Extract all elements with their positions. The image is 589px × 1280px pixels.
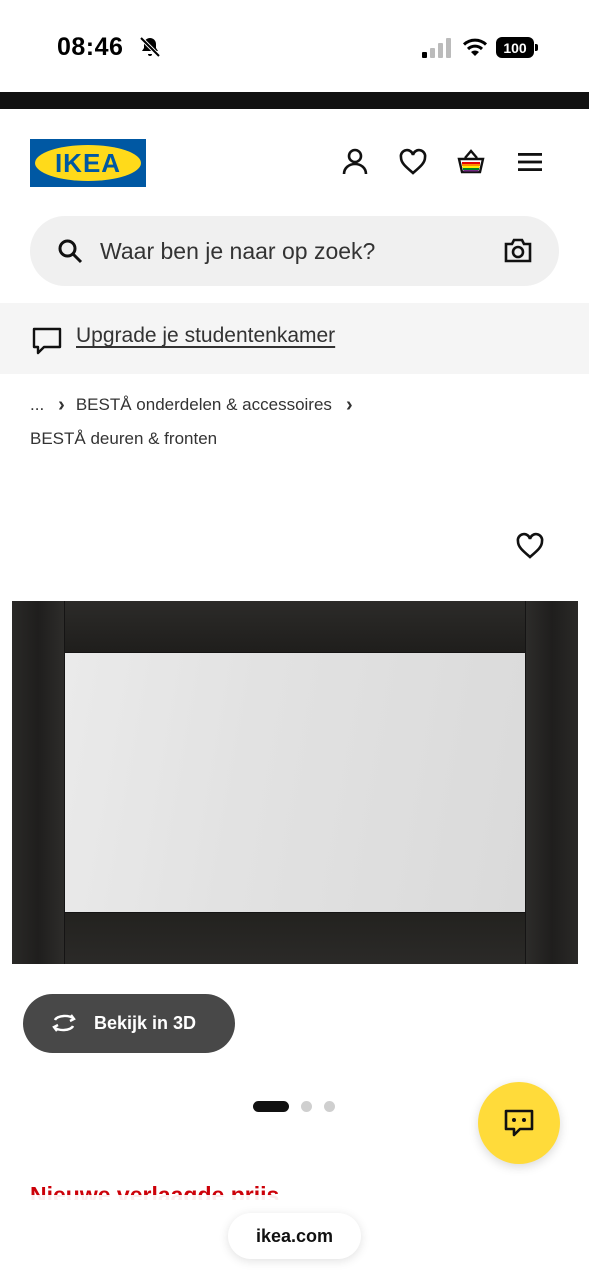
cart-icon[interactable]: [456, 147, 486, 177]
ikea-logo[interactable]: IKEA: [30, 139, 146, 187]
top-banner-strip: [0, 92, 589, 109]
view-in-3d-button[interactable]: Bekijk in 3D: [23, 994, 235, 1053]
heart-icon[interactable]: [398, 147, 428, 177]
wifi-icon: [462, 38, 488, 56]
status-time: 08:46: [57, 33, 124, 61]
promo-link[interactable]: Upgrade je studentenkamer: [76, 324, 335, 348]
status-bar: 08:46 100: [0, 0, 589, 92]
view-in-3d-label: Bekijk in 3D: [94, 1013, 197, 1033]
search-icon: [58, 239, 83, 264]
rotate-3d-icon: [52, 1014, 76, 1032]
breadcrumb: ... › BESTÅ onderdelen & accessoires › B…: [30, 393, 364, 451]
account-icon[interactable]: [340, 147, 370, 177]
chat-button[interactable]: [478, 1082, 560, 1164]
bell-slash-icon: [139, 36, 161, 58]
carousel-dot-active[interactable]: [253, 1100, 289, 1112]
speech-bubble-icon: [32, 327, 62, 355]
address-bar[interactable]: ikea.com: [228, 1213, 361, 1259]
add-to-favorites-icon[interactable]: [515, 531, 545, 561]
carousel-dot[interactable]: [301, 1100, 312, 1112]
chat-icon: [504, 1109, 534, 1137]
product-image[interactable]: [12, 601, 578, 964]
logo-text: IKEA: [54, 147, 122, 178]
carousel-indicator: [253, 1100, 335, 1112]
battery-level: 100: [496, 37, 534, 58]
search-input[interactable]: [100, 216, 490, 286]
breadcrumb-item-besta-parts[interactable]: BESTÅ onderdelen & accessoires: [76, 395, 332, 415]
chevron-right-icon: ›: [345, 394, 353, 416]
carousel-dot[interactable]: [324, 1100, 335, 1112]
site-header: IKEA: [0, 109, 589, 209]
camera-icon[interactable]: [503, 238, 533, 264]
breadcrumb-item-current[interactable]: BESTÅ deuren & fronten: [30, 429, 217, 449]
glass-panel: [65, 653, 525, 912]
search-bar[interactable]: [30, 216, 559, 286]
menu-icon[interactable]: [515, 147, 545, 177]
breadcrumb-ellipsis[interactable]: ...: [30, 395, 44, 415]
chevron-right-icon: ›: [58, 394, 65, 416]
signal-icon: [422, 38, 451, 58]
promo-banner: Upgrade je studentenkamer: [0, 303, 589, 374]
battery-icon: 100: [496, 37, 538, 58]
